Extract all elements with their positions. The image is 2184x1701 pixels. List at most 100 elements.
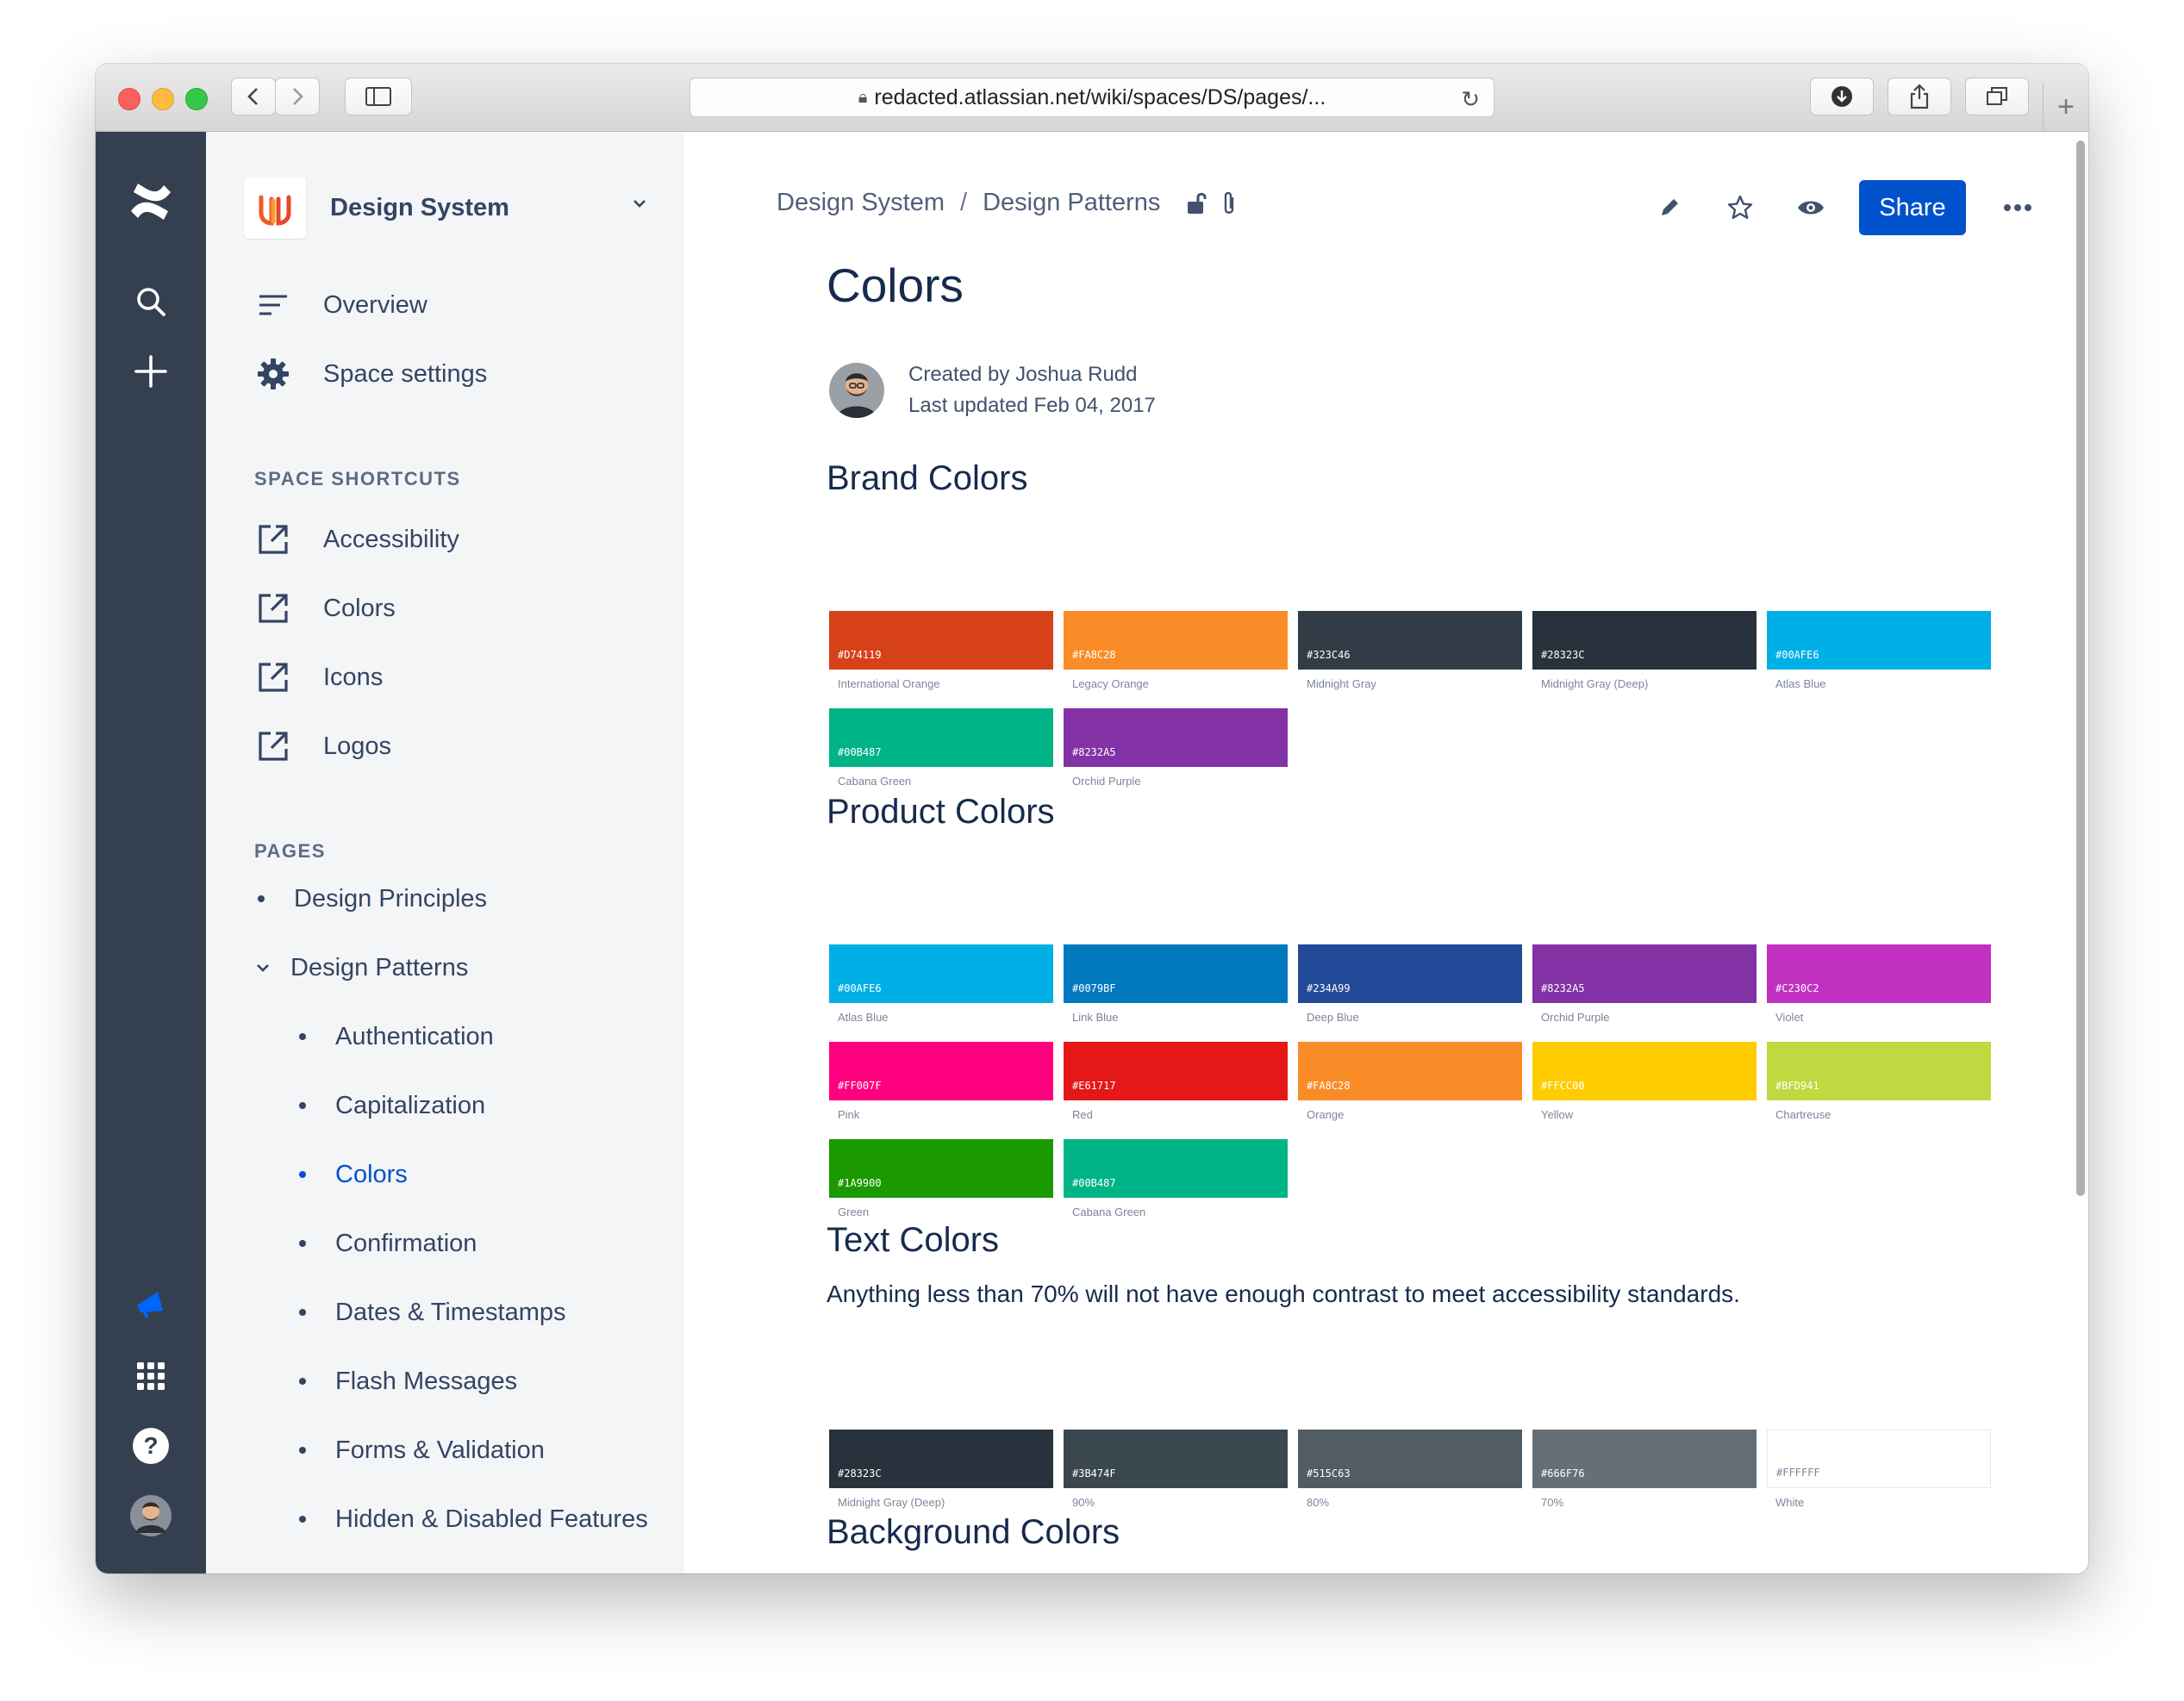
scrollbar[interactable]	[2076, 140, 2085, 1196]
shortcut-icons[interactable]: Icons	[254, 656, 383, 699]
global-nav: ?	[96, 132, 206, 1573]
edit-pencil-icon[interactable]	[1650, 189, 1688, 227]
back-button[interactable]	[231, 78, 276, 115]
more-actions-icon[interactable]	[1999, 189, 2037, 227]
swatch-name: 80%	[1307, 1496, 1330, 1509]
swatch-hex: #FFFFFF	[1776, 1467, 1820, 1479]
nav-overview[interactable]: Overview	[254, 284, 427, 327]
profile-avatar[interactable]	[96, 1495, 206, 1536]
gear-icon	[254, 355, 292, 393]
swatch-name: Pink	[838, 1108, 860, 1121]
swatch-chip: #FF007F	[829, 1042, 1053, 1100]
swatch-hex: #28323C	[1541, 649, 1585, 661]
reload-icon[interactable]: ↻	[1461, 86, 1480, 113]
swatch-chip: #515C63	[1298, 1430, 1522, 1488]
color-swatch: #00B487 Cabana Green	[1064, 1139, 1288, 1218]
page-byline: Created by Joshua Rudd Last updated Feb …	[829, 359, 1156, 421]
swatch-hex: #00B487	[1072, 1177, 1116, 1189]
space-sidebar: Design System Overview Space settings SP…	[206, 132, 684, 1573]
swatch-hex: #BFD941	[1775, 1080, 1819, 1092]
confluence-logo-icon[interactable]	[96, 182, 206, 221]
swatch-name: 90%	[1072, 1496, 1095, 1509]
swatch-chip: #8232A5	[1532, 944, 1757, 1003]
page-hidden-disabled-features[interactable]: Hidden & Disabled Features	[299, 1499, 648, 1539]
breadcrumb: Design System / Design Patterns	[777, 189, 1238, 217]
address-bar[interactable]: 🔒︎ redacted.atlassian.net/wiki/spaces/DS…	[690, 78, 1494, 117]
swatch-name: Orchid Purple	[1072, 775, 1141, 788]
color-swatch: #FFCC00 Yellow	[1532, 1042, 1757, 1121]
shortcut-colors[interactable]: Colors	[254, 587, 396, 630]
minimize-window-button[interactable]	[152, 88, 174, 110]
breadcrumb-item[interactable]: Design Patterns	[983, 189, 1160, 217]
page-capitalization[interactable]: Capitalization	[299, 1086, 485, 1125]
breadcrumb-separator: /	[960, 189, 968, 216]
chevron-down-icon[interactable]	[630, 194, 649, 217]
color-swatch: #BFD941 Chartreuse	[1767, 1042, 1991, 1121]
byline-text: Created by Joshua Rudd Last updated Feb …	[908, 359, 1156, 421]
watch-eye-icon[interactable]	[1792, 189, 1830, 227]
close-window-button[interactable]	[118, 88, 140, 110]
color-swatch: #28323C Midnight Gray (Deep)	[829, 1430, 1053, 1509]
shortcut-accessibility[interactable]: Accessibility	[254, 518, 459, 561]
breadcrumb-item[interactable]: Design System	[777, 189, 945, 217]
page-flash-messages[interactable]: Flash Messages	[299, 1361, 517, 1401]
forward-button[interactable]	[275, 78, 320, 115]
color-swatch: #00AFE6 Atlas Blue	[1767, 611, 1991, 690]
swatch-hex: #FA8C28	[1072, 649, 1116, 661]
tabs-icon	[1987, 87, 2007, 105]
page-design-patterns[interactable]: Design Patterns	[254, 948, 468, 988]
shortcut-label: Colors	[323, 594, 396, 622]
section-heading-brand: Brand Colors	[827, 459, 1028, 497]
swatch-hex: #323C46	[1307, 649, 1351, 661]
swatch-name: Orchid Purple	[1541, 1011, 1610, 1024]
page-authentication[interactable]: Authentication	[299, 1017, 494, 1056]
color-swatch: #1A9900 Green	[829, 1139, 1053, 1218]
star-icon[interactable]	[1721, 189, 1759, 227]
swatch-chip: #666F76	[1532, 1430, 1757, 1488]
app-switcher-icon[interactable]	[96, 1361, 206, 1392]
swatch-name: Deep Blue	[1307, 1011, 1359, 1024]
bullet-icon	[299, 1378, 306, 1385]
swatch-hex: #8232A5	[1541, 982, 1585, 994]
swatch-name: Yellow	[1541, 1108, 1574, 1121]
page-dates-timestamps[interactable]: Dates & Timestamps	[299, 1293, 566, 1332]
swatch-hex: #8232A5	[1072, 746, 1116, 758]
page-colors-active[interactable]: Colors	[299, 1155, 408, 1194]
share-button[interactable]: Share	[1859, 180, 1966, 235]
help-icon[interactable]: ?	[96, 1427, 206, 1465]
page-confirmation[interactable]: Confirmation	[299, 1224, 477, 1263]
page-design-principles[interactable]: Design Principles	[258, 879, 487, 919]
share-sheet-button[interactable]	[1888, 78, 1951, 115]
swatch-hex: #3B474F	[1072, 1467, 1116, 1480]
downloads-button[interactable]	[1810, 78, 1874, 115]
zoom-window-button[interactable]	[185, 88, 208, 110]
chevron-left-icon	[247, 88, 258, 105]
swatch-hex: #E61717	[1072, 1080, 1116, 1092]
page-label: Colors	[335, 1160, 408, 1188]
notifications-megaphone-icon[interactable]	[96, 1288, 206, 1319]
sidebar-toggle-button[interactable]	[345, 78, 412, 115]
bullet-icon	[299, 1447, 306, 1454]
tabs-overview-button[interactable]	[1965, 78, 2029, 115]
page-label: Capitalization	[335, 1091, 486, 1119]
attachment-icon[interactable]	[1220, 190, 1238, 216]
chevron-down-icon[interactable]	[254, 959, 271, 976]
swatch-name: Cabana Green	[838, 775, 912, 788]
nav-space-settings[interactable]: Space settings	[254, 352, 487, 396]
swatch-name: Cabana Green	[1072, 1206, 1146, 1218]
create-plus-icon[interactable]	[96, 354, 206, 389]
search-icon[interactable]	[96, 285, 206, 318]
chevron-right-icon	[293, 88, 303, 105]
swatch-name: Red	[1072, 1108, 1093, 1121]
nav-space-settings-label: Space settings	[323, 359, 488, 388]
swatch-hex: #D74119	[838, 649, 882, 661]
space-header[interactable]: Design System	[244, 177, 649, 239]
new-tab-button[interactable]: +	[2043, 83, 2088, 131]
swatch-hex: #00AFE6	[1775, 649, 1819, 661]
page-forms-validation[interactable]: Forms & Validation	[299, 1430, 545, 1470]
unlock-icon[interactable]	[1186, 191, 1208, 215]
shortcut-logos[interactable]: Logos	[254, 725, 391, 768]
author-avatar[interactable]	[829, 363, 884, 418]
swatch-chip: #234A99	[1298, 944, 1522, 1003]
swatch-chip: #3B474F	[1064, 1430, 1288, 1488]
